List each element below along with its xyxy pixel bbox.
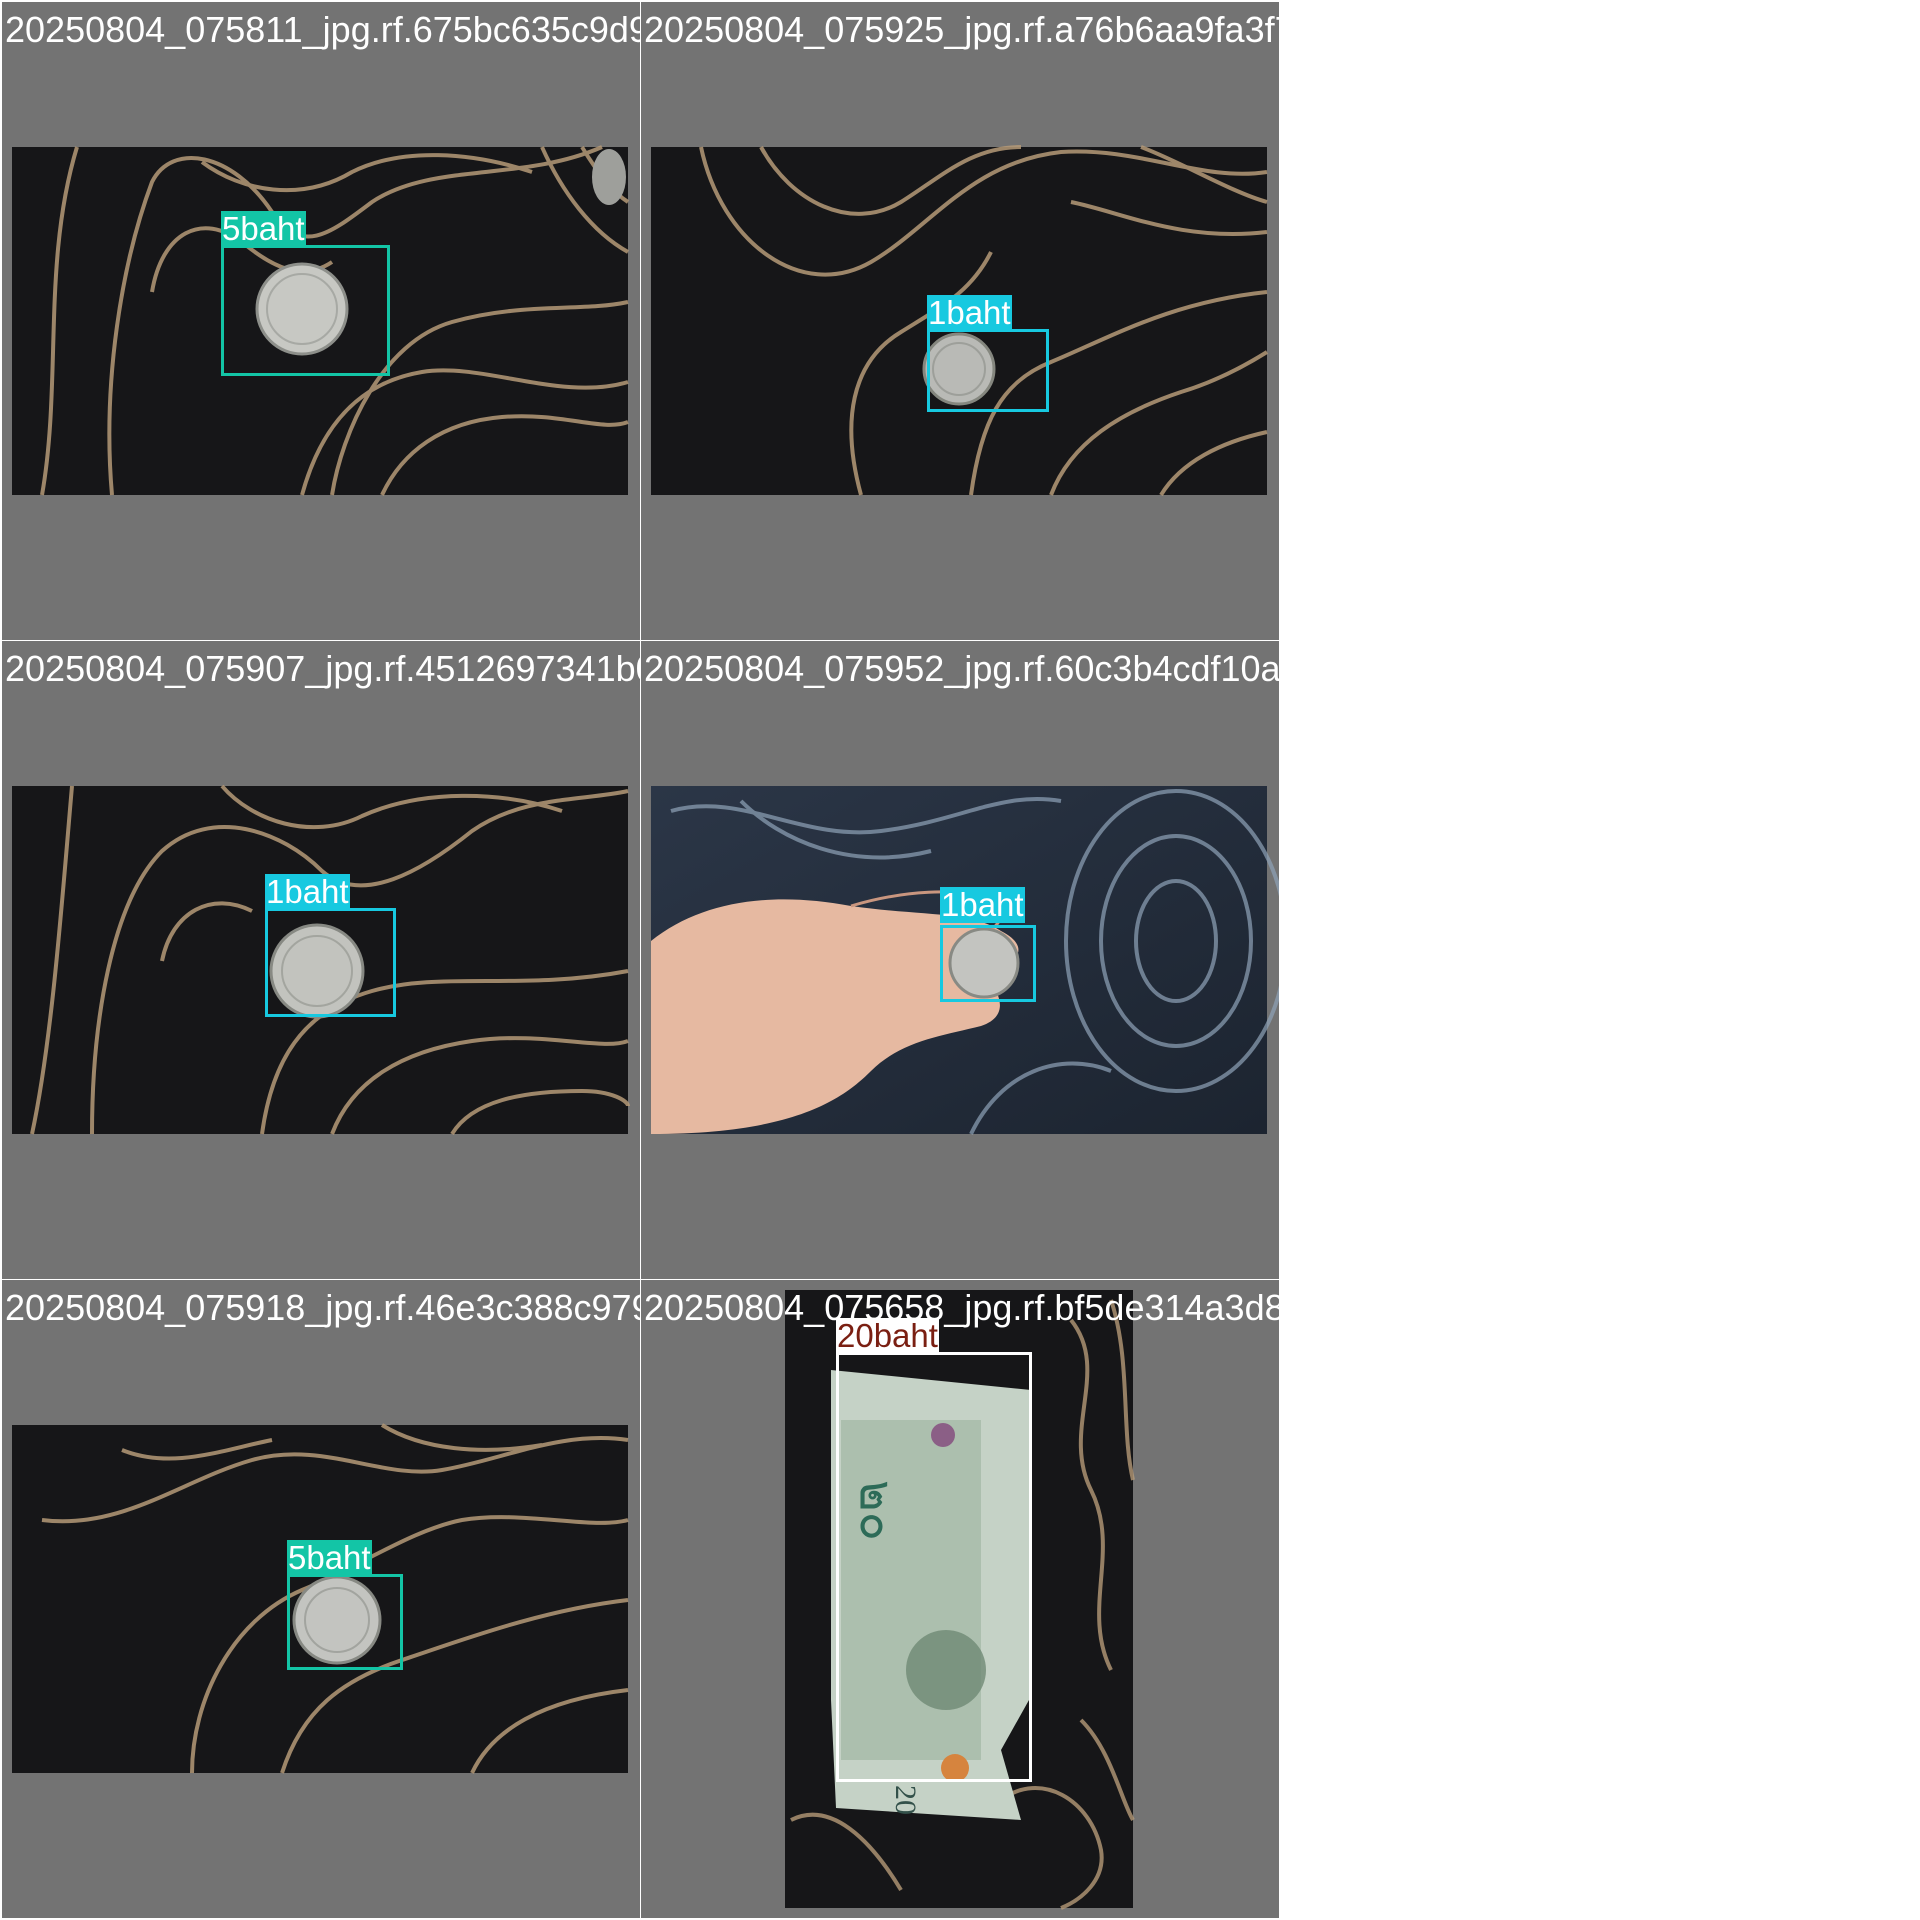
detection-mosaic: 20250804_075811_jpg.rf.675bc635c9d98508 … bbox=[0, 0, 1920, 1920]
detection-label: 5baht bbox=[221, 210, 306, 247]
mosaic-tile-3: 20250804_075907_jpg.rf.4512697341b035787… bbox=[2, 641, 756, 1279]
detection-label: 20baht bbox=[836, 1317, 939, 1354]
detection-box bbox=[265, 908, 396, 1017]
mosaic-tile-4: 20250804_075952_jpg.rf.60c3b4cdf10a0e509… bbox=[641, 641, 1381, 1279]
detection-label: 1baht bbox=[265, 873, 350, 910]
svg-text:20: 20 bbox=[889, 1785, 922, 1815]
detection-label: 5baht bbox=[287, 1539, 372, 1576]
detection-box bbox=[287, 1574, 403, 1670]
mosaic-tile-6: ๒๐ 20 20250804_075658_jpg.rf.bf5de314a3d… bbox=[641, 1280, 1385, 1918]
detection-box bbox=[927, 329, 1049, 412]
detection-box bbox=[836, 1352, 1032, 1782]
detection-label: 1baht bbox=[927, 294, 1012, 331]
mosaic-tile-5: 20250804_075918_jpg.rf.46e3c388c97935d85… bbox=[2, 1280, 752, 1918]
detection-box bbox=[940, 925, 1036, 1002]
mosaic-tile-2: 20250804_075925_jpg.rf.a76b6aa9fa3f733fb… bbox=[641, 2, 1365, 640]
mosaic-tile-1: 20250804_075811_jpg.rf.675bc635c9d98508 … bbox=[2, 2, 729, 640]
detection-box bbox=[221, 245, 390, 376]
detection-label: 1baht bbox=[940, 886, 1025, 923]
